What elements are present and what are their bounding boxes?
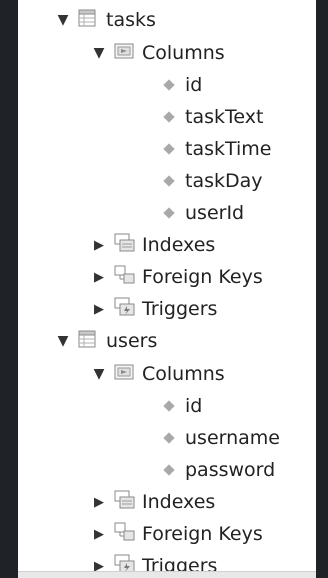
columns-folder-icon xyxy=(114,363,134,386)
indexes-label: Indexes xyxy=(142,491,216,513)
table-name: users xyxy=(106,330,158,352)
tree-node-column[interactable]: id xyxy=(18,69,316,101)
columns-folder-icon xyxy=(114,42,134,65)
tree-node-column[interactable]: taskText xyxy=(18,101,316,133)
tree-node-indexes[interactable]: ▶ Indexes xyxy=(18,486,316,518)
tree-node-columns[interactable]: ▼ Columns xyxy=(18,37,316,69)
tree-node-table-tasks[interactable]: ▼ tasks xyxy=(18,4,316,36)
triangle-right-icon[interactable]: ▶ xyxy=(92,302,106,317)
schema-tree-panel: ▼ tasks ▼ Columns id taskText taskTime t… xyxy=(18,0,316,578)
column-diamond-icon xyxy=(163,175,175,187)
columns-label: Columns xyxy=(142,42,225,64)
columns-label: Columns xyxy=(142,363,225,385)
triangle-right-icon[interactable]: ▶ xyxy=(92,238,106,253)
foreign-keys-icon xyxy=(114,265,136,290)
column-name: id xyxy=(185,74,203,96)
horizontal-scrollbar[interactable] xyxy=(18,571,316,578)
tree-node-columns[interactable]: ▼ Columns xyxy=(18,358,316,390)
tree-node-table-users[interactable]: ▼ users xyxy=(18,325,316,357)
triangle-right-icon[interactable]: ▶ xyxy=(92,270,106,285)
column-diamond-icon xyxy=(163,464,175,476)
tree-node-column[interactable]: password xyxy=(18,454,316,486)
foreign-keys-label: Foreign Keys xyxy=(142,266,263,288)
column-name: id xyxy=(185,395,203,417)
triggers-icon xyxy=(114,297,136,322)
table-icon xyxy=(78,330,96,353)
triggers-label: Triggers xyxy=(142,298,218,320)
triangle-right-icon[interactable]: ▶ xyxy=(92,495,106,510)
column-diamond-icon xyxy=(163,400,175,412)
triangle-down-icon[interactable]: ▼ xyxy=(92,366,106,382)
triangle-down-icon[interactable]: ▼ xyxy=(56,12,70,28)
table-icon xyxy=(78,9,96,32)
tree-node-foreign-keys[interactable]: ▶ Foreign Keys xyxy=(18,518,316,550)
column-diamond-icon xyxy=(163,79,175,91)
foreign-keys-label: Foreign Keys xyxy=(142,523,263,545)
tree-node-column[interactable]: id xyxy=(18,390,316,422)
column-diamond-icon xyxy=(163,207,175,219)
column-name: taskTime xyxy=(185,138,272,160)
table-name: tasks xyxy=(106,9,156,31)
tree-node-column[interactable]: username xyxy=(18,422,316,454)
column-diamond-icon xyxy=(163,432,175,444)
column-name: password xyxy=(185,459,276,481)
indexes-label: Indexes xyxy=(142,234,216,256)
column-name: userId xyxy=(185,202,245,224)
tree-node-column[interactable]: taskDay xyxy=(18,165,316,197)
triangle-right-icon[interactable]: ▶ xyxy=(92,527,106,542)
tree-node-indexes[interactable]: ▶ Indexes xyxy=(18,229,316,261)
column-name: username xyxy=(185,427,280,449)
indexes-icon xyxy=(114,233,136,258)
tree-node-column[interactable]: userId xyxy=(18,197,316,229)
tree-node-foreign-keys[interactable]: ▶ Foreign Keys xyxy=(18,261,316,293)
column-diamond-icon xyxy=(163,143,175,155)
tree-node-column[interactable]: taskTime xyxy=(18,133,316,165)
indexes-icon xyxy=(114,490,136,515)
foreign-keys-icon xyxy=(114,522,136,547)
column-name: taskText xyxy=(185,106,264,128)
triangle-down-icon[interactable]: ▼ xyxy=(92,45,106,61)
column-diamond-icon xyxy=(163,111,175,123)
triangle-down-icon[interactable]: ▼ xyxy=(56,333,70,349)
column-name: taskDay xyxy=(185,170,263,192)
tree-node-triggers[interactable]: ▶ Triggers xyxy=(18,293,316,325)
